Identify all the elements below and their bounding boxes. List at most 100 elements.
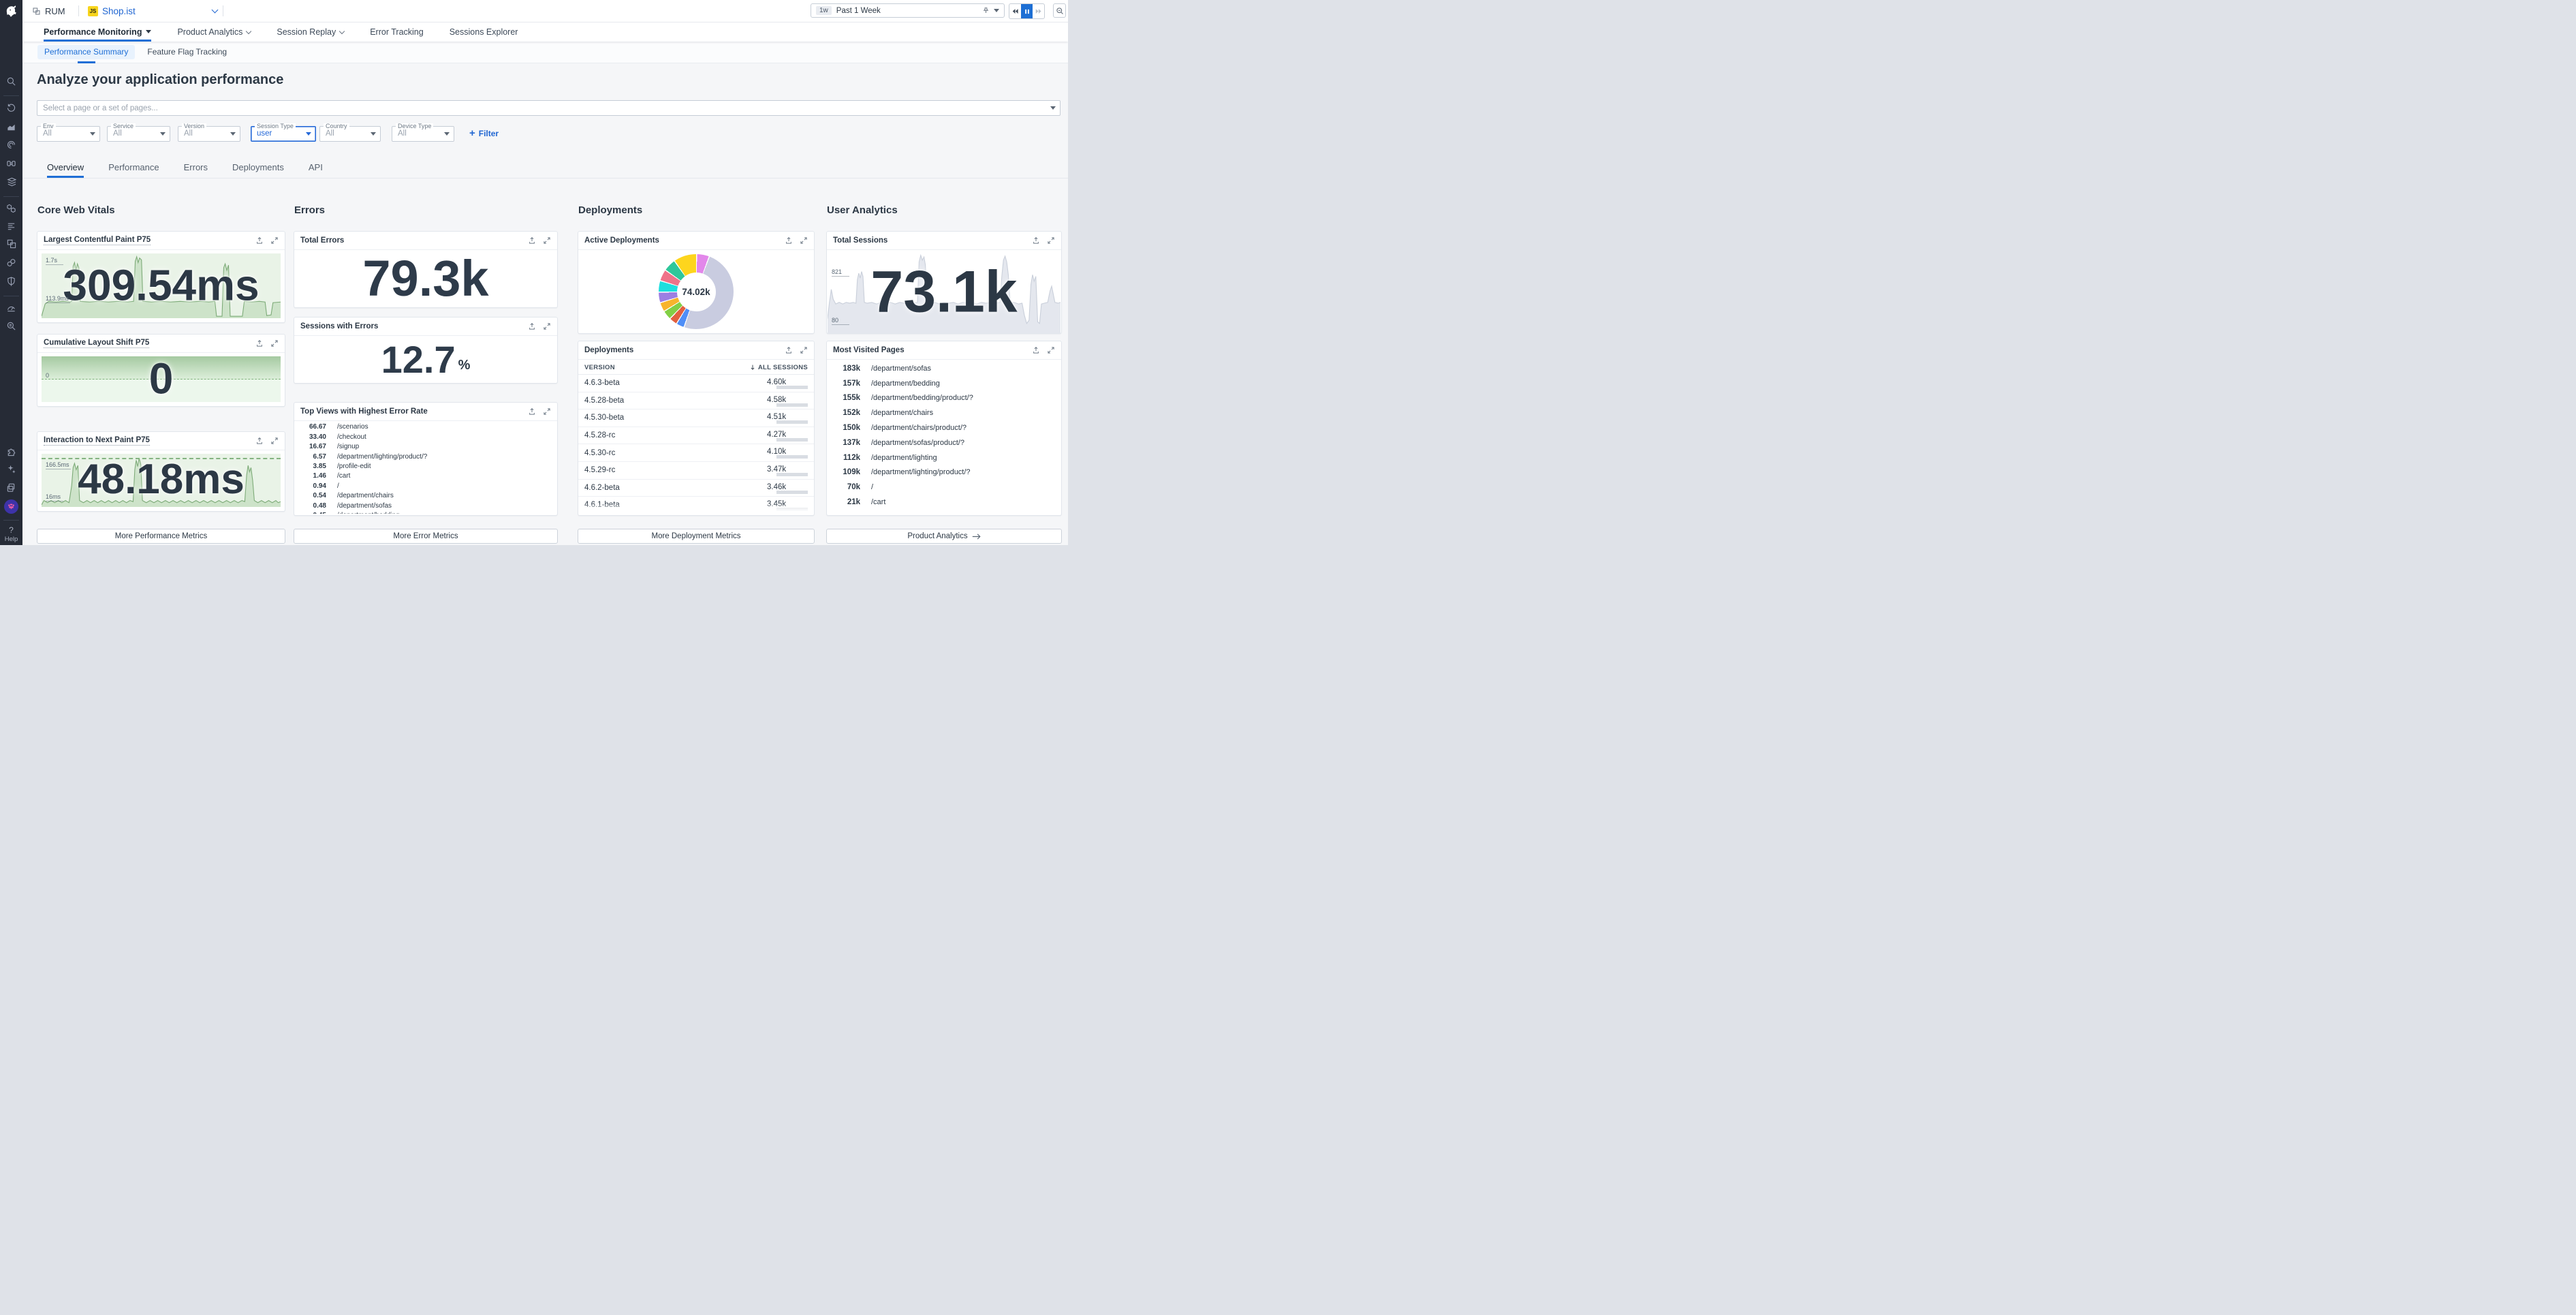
expand-icon[interactable]	[270, 437, 279, 445]
expand-icon[interactable]	[1047, 346, 1055, 354]
column-header-sessions[interactable]: ALL SESSIONS	[749, 364, 808, 371]
expand-icon[interactable]	[270, 236, 279, 245]
history-icon[interactable]	[0, 103, 22, 114]
deployment-row[interactable]: 4.5.28-rc 4.27k	[578, 427, 814, 445]
primary-nav-tab[interactable]: Sessions Explorer	[450, 22, 518, 42]
expand-icon[interactable]	[800, 346, 808, 354]
help-label[interactable]: Help	[0, 536, 22, 543]
export-icon[interactable]	[528, 236, 536, 245]
sub-nav-tab[interactable]: Feature Flag Tracking	[140, 45, 234, 59]
error-rate-row[interactable]: 0.54 /department/chairs	[300, 492, 551, 500]
lcp-chart[interactable]: 1.7s 113.9ms 309.54ms	[42, 253, 281, 318]
expand-icon[interactable]	[543, 236, 551, 245]
datadog-logo-icon[interactable]	[3, 3, 18, 18]
filter-dropdown[interactable]: Device Type All	[392, 126, 454, 142]
rum-icon[interactable]	[0, 238, 22, 249]
visited-page-row[interactable]: 70k /	[833, 480, 1055, 494]
view-tab[interactable]: Errors	[184, 159, 208, 178]
visited-page-row[interactable]: 157k /department/bedding	[833, 377, 1055, 390]
expand-icon[interactable]	[1047, 236, 1055, 245]
export-icon[interactable]	[1032, 346, 1040, 354]
export-icon[interactable]	[255, 236, 264, 245]
software-delivery-icon[interactable]	[0, 303, 22, 313]
fast-forward-button[interactable]	[1033, 4, 1044, 18]
column-header-version[interactable]: VERSION	[584, 364, 615, 371]
view-tab[interactable]: API	[309, 159, 323, 178]
view-tab[interactable]: Performance	[108, 159, 159, 178]
error-tracking-icon[interactable]	[0, 321, 22, 332]
security-icon[interactable]	[0, 276, 22, 287]
card-title[interactable]: Total Sessions	[833, 236, 888, 245]
export-icon[interactable]	[255, 437, 264, 445]
more-performance-metrics-button[interactable]: More Performance Metrics	[37, 529, 285, 544]
time-range-selector[interactable]: 1w Past 1 Week	[811, 3, 1005, 18]
page-select-input[interactable]	[37, 100, 1061, 116]
filter-dropdown[interactable]: Country All	[319, 126, 381, 142]
error-rate-row[interactable]: 0.94 /	[300, 482, 551, 491]
expand-icon[interactable]	[543, 322, 551, 330]
card-title[interactable]: Deployments	[584, 346, 633, 354]
more-error-metrics-button[interactable]: More Error Metrics	[294, 529, 558, 544]
visited-page-row[interactable]: 152k /department/chairs	[833, 406, 1055, 420]
pin-icon[interactable]	[982, 7, 990, 14]
zoom-out-button[interactable]	[1053, 3, 1066, 18]
visited-page-row[interactable]: 112k /department/lighting	[833, 451, 1055, 465]
card-title[interactable]: Sessions with Errors	[300, 322, 378, 330]
apm-icon[interactable]	[0, 140, 22, 151]
help-icon[interactable]: ?	[0, 525, 22, 535]
error-rate-row[interactable]: 16.67 /signup	[300, 443, 551, 451]
integrations-icon[interactable]	[0, 446, 22, 457]
total-sessions-chart[interactable]: 821 80 73.1k	[828, 252, 1061, 333]
infrastructure-icon[interactable]	[0, 203, 22, 214]
visited-page-row[interactable]: 150k /department/chairs/product/?	[833, 421, 1055, 435]
export-icon[interactable]	[528, 407, 536, 416]
export-icon[interactable]	[528, 322, 536, 330]
visited-page-row[interactable]: 21k /cart	[833, 495, 1055, 509]
error-rate-row[interactable]: 1.46 /cart	[300, 472, 551, 480]
primary-nav-tab[interactable]: Session Replay	[277, 22, 344, 42]
export-icon[interactable]	[785, 346, 793, 354]
filter-dropdown[interactable]: Env All	[37, 126, 100, 142]
primary-nav-tab[interactable]: Product Analytics	[177, 22, 251, 42]
visited-page-row[interactable]: 183k /department/sofas	[833, 362, 1055, 375]
error-rate-row[interactable]: 3.85 /profile-edit	[300, 463, 551, 471]
expand-icon[interactable]	[543, 407, 551, 416]
sub-nav-tab[interactable]: Performance Summary	[37, 45, 135, 59]
filter-dropdown[interactable]: Service All	[107, 126, 170, 142]
filter-dropdown[interactable]: Session Type user	[251, 126, 316, 142]
card-title[interactable]: Interaction to Next Paint P75	[44, 436, 150, 446]
cls-chart[interactable]: 0 0	[42, 356, 281, 402]
copies-icon[interactable]	[0, 482, 22, 493]
error-rate-row[interactable]: 6.57 /department/lighting/product/?	[300, 453, 551, 461]
card-title[interactable]: Active Deployments	[584, 236, 659, 245]
pause-button[interactable]	[1021, 4, 1033, 18]
visited-page-row[interactable]: 109k /department/lighting/product/?	[833, 465, 1055, 479]
more-deployment-metrics-button[interactable]: More Deployment Metrics	[578, 529, 815, 544]
bits-ai-icon[interactable]	[4, 499, 18, 514]
expand-icon[interactable]	[800, 236, 808, 245]
dashboards-icon[interactable]	[0, 176, 22, 187]
application-selector[interactable]: JS Shop.ist	[88, 0, 217, 22]
add-filter-button[interactable]: + Filter	[469, 129, 499, 138]
rewind-button[interactable]	[1009, 4, 1021, 18]
product-analytics-button[interactable]: Product Analytics	[826, 529, 1062, 544]
filter-dropdown[interactable]: Version All	[178, 126, 240, 142]
view-tab[interactable]: Overview	[47, 159, 84, 178]
sparkles-icon[interactable]	[0, 464, 22, 475]
error-rate-row[interactable]: 66.67 /scenarios	[300, 423, 551, 431]
primary-nav-tab[interactable]: Performance Monitoring	[44, 22, 151, 42]
card-title[interactable]: Largest Contentful Paint P75	[44, 236, 151, 245]
deployment-row[interactable]: 4.6.3-beta 4.60k	[578, 375, 814, 392]
visited-page-row[interactable]: 155k /department/bedding/product/?	[833, 391, 1055, 405]
card-title[interactable]: Cumulative Layout Shift P75	[44, 339, 149, 348]
deployments-donut-chart[interactable]: 74.02k	[659, 254, 734, 329]
search-icon[interactable]	[0, 76, 22, 87]
synthetics-icon[interactable]	[0, 258, 22, 268]
watchdog-icon[interactable]	[0, 158, 22, 169]
export-icon[interactable]	[1032, 236, 1040, 245]
card-title[interactable]: Top Views with Highest Error Rate	[300, 407, 428, 416]
error-rate-row[interactable]: 33.40 /checkout	[300, 433, 551, 442]
deployment-row[interactable]: 4.5.30-rc 4.10k	[578, 444, 814, 462]
deployment-row[interactable]: 4.5.28-beta 4.58k	[578, 392, 814, 410]
primary-nav-tab[interactable]: Error Tracking	[370, 22, 424, 42]
